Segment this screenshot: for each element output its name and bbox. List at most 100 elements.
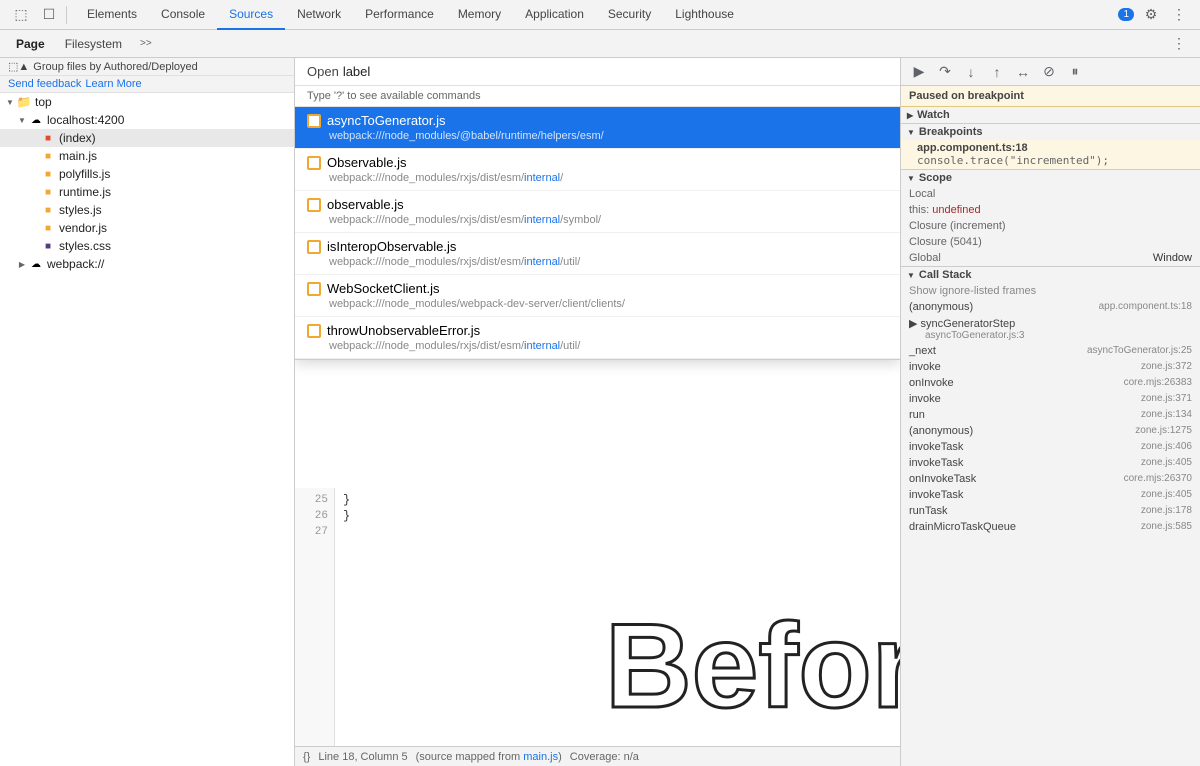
- step-out-btn[interactable]: ↑: [985, 61, 1009, 83]
- cs-name-oninvoketask: onInvokeTask: [909, 473, 976, 485]
- watch-label: Watch: [917, 109, 950, 121]
- tree-item-polyfills[interactable]: ■ polyfills.js: [0, 165, 294, 183]
- settings-btn[interactable]: ⚙: [1138, 3, 1164, 27]
- css-icon-stylescss: ■: [40, 238, 56, 254]
- tab-memory[interactable]: Memory: [446, 0, 513, 30]
- resume-btn[interactable]: ▶: [907, 61, 931, 83]
- call-stack-label: Call Stack: [919, 269, 972, 281]
- scope-local-label: Local: [909, 188, 935, 200]
- call-stack-next[interactable]: _next asyncToGenerator.js:25: [901, 343, 1200, 359]
- call-stack-syncgen[interactable]: ▶ syncGeneratorStep asyncToGenerator.js:…: [901, 315, 1200, 343]
- server-icon-webpack: ☁: [28, 256, 44, 272]
- toolbar-separator-1: [66, 6, 67, 24]
- tree-item-runtime[interactable]: ■ runtime.js: [0, 183, 294, 201]
- subtab-filesystem[interactable]: Filesystem: [57, 35, 130, 53]
- breakpoint-file-1: app.component.ts:18: [917, 142, 1192, 154]
- cs-loc-invoke2: zone.js:371: [1141, 393, 1192, 405]
- call-stack-anon2[interactable]: (anonymous) zone.js:1275: [901, 423, 1200, 439]
- call-stack-oninvoketask[interactable]: onInvokeTask core.mjs:26370: [901, 471, 1200, 487]
- watch-header[interactable]: ▶ Watch: [901, 107, 1200, 123]
- call-stack-run[interactable]: run zone.js:134: [901, 407, 1200, 423]
- call-stack-invoke2[interactable]: invoke zone.js:371: [901, 391, 1200, 407]
- more-btn[interactable]: ⋮: [1166, 3, 1192, 27]
- tab-console[interactable]: Console: [149, 0, 217, 30]
- scope-section: ▼ Scope Local this: undefined Closure (i…: [901, 170, 1200, 267]
- tab-performance[interactable]: Performance: [353, 0, 446, 30]
- breakpoint-code-1: console.trace("incremented");: [917, 154, 1192, 167]
- call-stack-anonymous[interactable]: (anonymous) app.component.ts:18: [901, 299, 1200, 315]
- cs-loc-anon2: zone.js:1275: [1135, 425, 1192, 437]
- file-result-observablelower[interactable]: observable.js webpack:///node_modules/rx…: [295, 191, 900, 233]
- tree-item-index[interactable]: ■ (index): [0, 129, 294, 147]
- scope-closure-5041-label: Closure (5041): [909, 236, 982, 248]
- tree-label-polyfills: polyfills.js: [59, 167, 110, 181]
- tree-label-stylesjs: styles.js: [59, 203, 102, 217]
- step-into-btn[interactable]: ↓: [959, 61, 983, 83]
- tree-item-localhost[interactable]: ▼ ☁ localhost:4200: [0, 111, 294, 129]
- tree-item-main[interactable]: ■ main.js: [0, 147, 294, 165]
- cs-name-runtask: runTask: [909, 505, 948, 517]
- code-content[interactable]: } }: [335, 488, 900, 746]
- file-result-asynctogenerator[interactable]: asyncToGenerator.js webpack:///node_modu…: [295, 107, 900, 149]
- open-file-results: asyncToGenerator.js webpack:///node_modu…: [295, 107, 900, 359]
- inspect-icon-btn[interactable]: ⬚: [8, 3, 34, 27]
- learn-more-link[interactable]: Learn More: [85, 78, 141, 90]
- sources-subtoolbar: Page Filesystem >> ⋮: [0, 30, 1200, 58]
- tree-item-stylescss[interactable]: ■ styles.css: [0, 237, 294, 255]
- tree-item-top[interactable]: ▼ 📁 top: [0, 93, 294, 111]
- breakpoint-item-1[interactable]: app.component.ts:18 console.trace("incre…: [901, 140, 1200, 169]
- cs-name-invoketask2: invokeTask: [909, 457, 963, 469]
- file-result-isinterop[interactable]: isInteropObservable.js webpack:///node_m…: [295, 233, 900, 275]
- file-result-observablejs[interactable]: Observable.js webpack:///node_modules/rx…: [295, 149, 900, 191]
- cs-name-invoketask1: invokeTask: [909, 441, 963, 453]
- format-btn[interactable]: {}: [303, 751, 310, 763]
- tree-item-webpack[interactable]: ▶ ☁ webpack://: [0, 255, 294, 273]
- tree-arrow-top: ▼: [4, 98, 16, 107]
- source-map-link[interactable]: main.js: [523, 751, 558, 763]
- deactivate-btn[interactable]: ⊘: [1037, 61, 1061, 83]
- open-file-search-input[interactable]: [343, 64, 888, 79]
- send-feedback-link[interactable]: Send feedback: [8, 78, 81, 90]
- call-stack-runtask[interactable]: runTask zone.js:178: [901, 503, 1200, 519]
- tab-network[interactable]: Network: [285, 0, 353, 30]
- tab-security[interactable]: Security: [596, 0, 663, 30]
- tab-lighthouse[interactable]: Lighthouse: [663, 0, 746, 30]
- cs-name-anon2: (anonymous): [909, 425, 973, 437]
- cs-loc-drainmicro: zone.js:585: [1141, 521, 1192, 533]
- file-result-throwunobs[interactable]: throwUnobservableError.js webpack:///nod…: [295, 317, 900, 359]
- call-stack-drainmicro[interactable]: drainMicroTaskQueue zone.js:585: [901, 519, 1200, 535]
- breakpoints-header[interactable]: ▼ Breakpoints: [901, 124, 1200, 140]
- call-stack-invoke1[interactable]: invoke zone.js:372: [901, 359, 1200, 375]
- code-line-25: }: [343, 492, 892, 508]
- tab-sources[interactable]: Sources: [217, 0, 285, 30]
- call-stack-invoketask2[interactable]: invokeTask zone.js:405: [901, 455, 1200, 471]
- tree-item-vendor[interactable]: ■ vendor.js: [0, 219, 294, 237]
- cs-loc-invoketask3: zone.js:405: [1141, 489, 1192, 501]
- step-over-btn[interactable]: ↷: [933, 61, 957, 83]
- tab-application[interactable]: Application: [513, 0, 596, 30]
- cs-name-invoke2: invoke: [909, 393, 941, 405]
- call-stack-invoketask3[interactable]: invokeTask zone.js:405: [901, 487, 1200, 503]
- call-stack-section: ▼ Call Stack Show ignore-listed frames (…: [901, 267, 1200, 535]
- call-stack-invoketask1[interactable]: invokeTask zone.js:406: [901, 439, 1200, 455]
- file-result-websocket[interactable]: WebSocketClient.js webpack:///node_modul…: [295, 275, 900, 317]
- call-stack-header[interactable]: ▼ Call Stack: [901, 267, 1200, 283]
- cs-loc-anonymous: app.component.ts:18: [1099, 301, 1192, 313]
- show-ignore-frames[interactable]: Show ignore-listed frames: [901, 283, 1200, 299]
- path-highlight-3: internal: [524, 214, 560, 226]
- file-result-name-3: observable.js: [327, 197, 404, 212]
- scope-header[interactable]: ▼ Scope: [901, 170, 1200, 186]
- subtab-page[interactable]: Page: [8, 35, 53, 53]
- subtab-more[interactable]: >>: [134, 36, 158, 51]
- js-icon-stylesjs: ■: [40, 202, 56, 218]
- code-lines: 25 26 27 } }: [295, 488, 900, 746]
- pause-btn[interactable]: ⏸: [1063, 61, 1087, 83]
- sidebar-options-btn[interactable]: ⋮: [1166, 32, 1192, 56]
- step-btn[interactable]: ↔: [1011, 61, 1035, 83]
- tree-item-stylesjs[interactable]: ■ styles.js: [0, 201, 294, 219]
- device-icon-btn[interactable]: ☐: [36, 3, 62, 27]
- cs-name-oninvoke: onInvoke: [909, 377, 954, 389]
- cs-loc-next: asyncToGenerator.js:25: [1087, 345, 1192, 357]
- call-stack-oninvoke[interactable]: onInvoke core.mjs:26383: [901, 375, 1200, 391]
- tab-elements[interactable]: Elements: [75, 0, 149, 30]
